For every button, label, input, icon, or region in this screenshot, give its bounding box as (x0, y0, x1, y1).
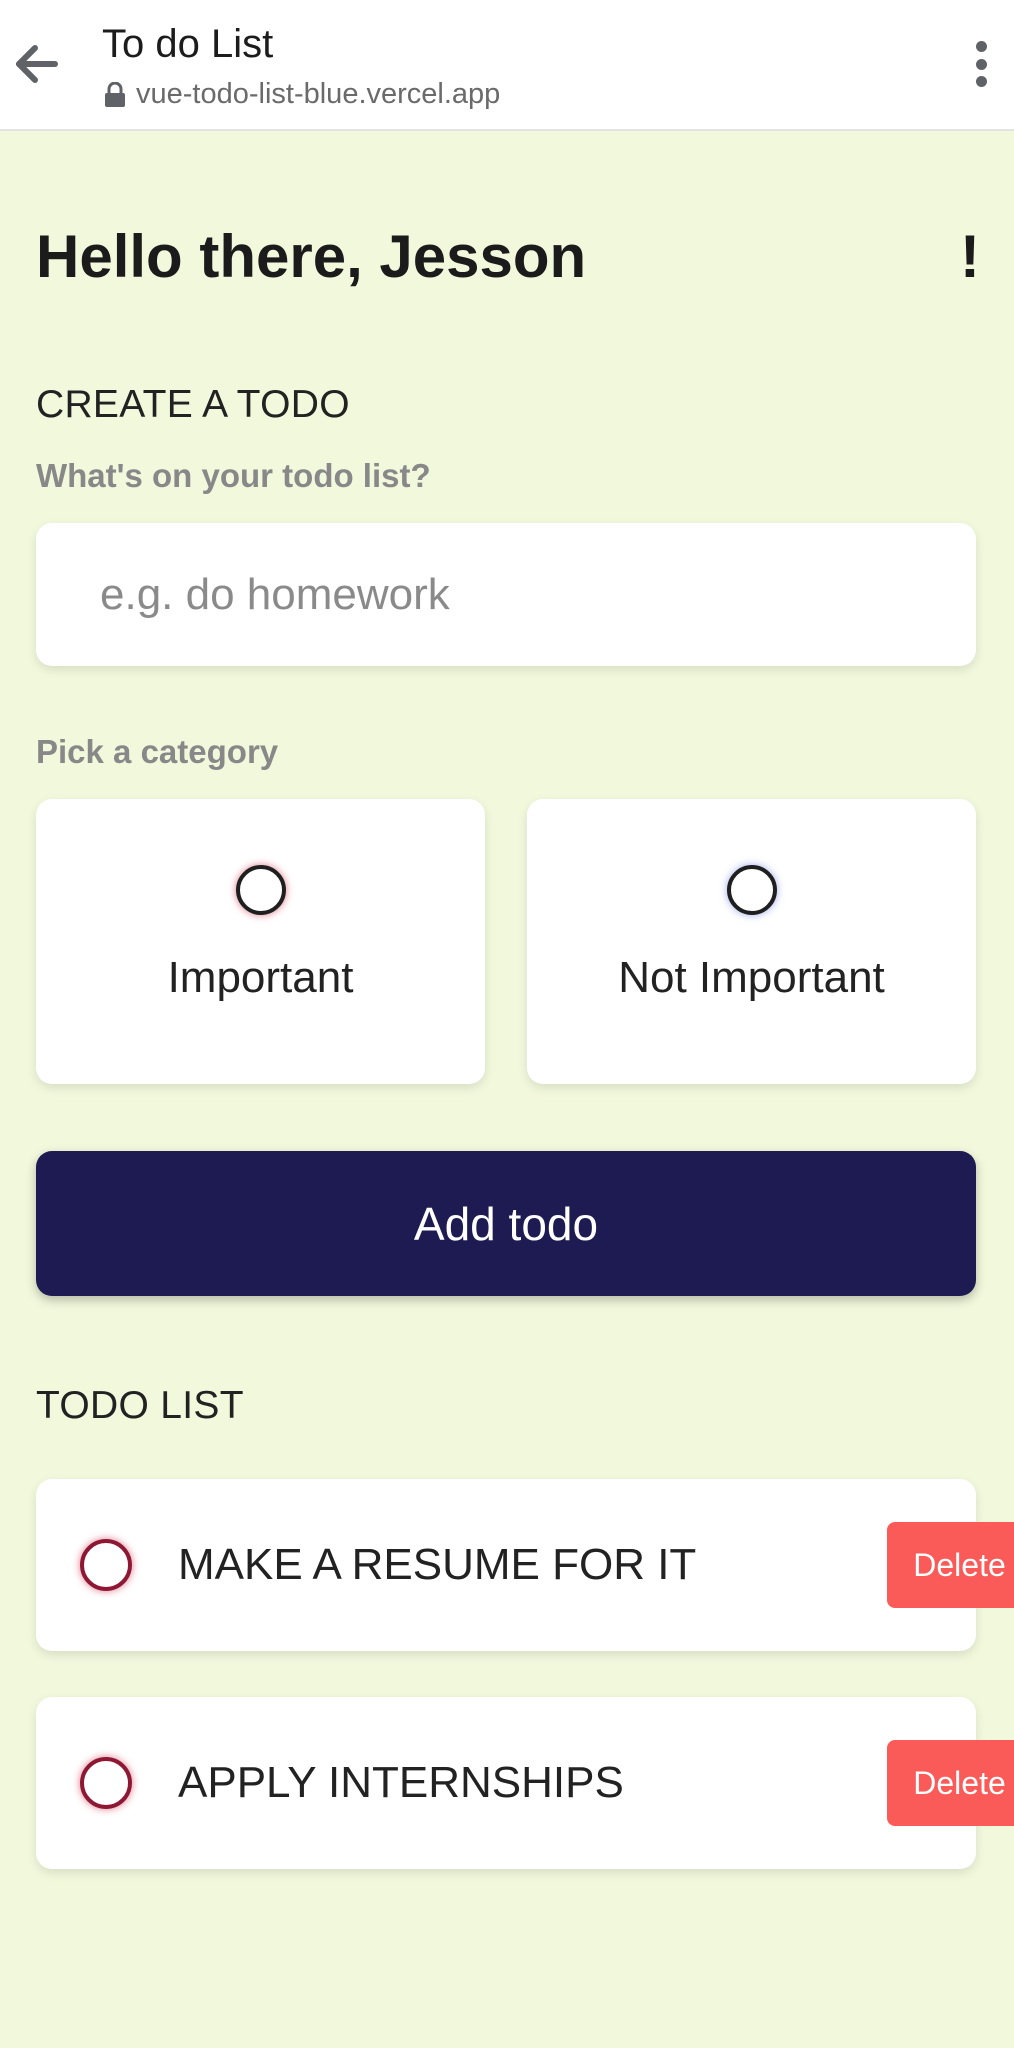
todo-item-text[interactable]: MAKE A RESUME FOR IT (178, 1540, 696, 1590)
category-not-important-option[interactable]: Not Important (527, 799, 976, 1084)
todo-done-checkbox[interactable] (80, 1757, 132, 1809)
not-important-radio-bubble[interactable] (726, 865, 777, 915)
browser-page-title: To do List (102, 22, 274, 66)
todo-item: APPLY INTERNSHIPS Delete (36, 1697, 1014, 1869)
greeting-text: Hello there, Jesson (36, 223, 587, 290)
back-arrow-icon[interactable] (10, 38, 62, 90)
category-important-label: Important (167, 953, 354, 1002)
more-options-icon[interactable] (966, 38, 996, 90)
address-bar[interactable]: vue-todo-list-blue.vercel.app (104, 78, 500, 111)
todo-question-label: What's on your todo list? (36, 457, 431, 494)
category-important-option[interactable]: Important (36, 799, 485, 1084)
add-todo-button[interactable]: Add todo (36, 1151, 976, 1296)
category-not-important-label: Not Important (618, 953, 885, 1002)
todo-item-text[interactable]: APPLY INTERNSHIPS (178, 1758, 624, 1808)
todo-text-input[interactable] (36, 523, 976, 666)
delete-todo-button[interactable]: Delete (887, 1740, 1014, 1826)
delete-todo-button[interactable]: Delete (887, 1522, 1014, 1608)
important-radio-bubble[interactable] (235, 865, 286, 915)
todo-done-checkbox[interactable] (80, 1539, 132, 1591)
create-todo-title: CREATE A TODO (36, 383, 350, 426)
greeting-heading: Hello there, Jesson ! (36, 222, 980, 291)
browser-toolbar: To do List vue-todo-list-blue.vercel.app (0, 0, 1014, 131)
url-text: vue-todo-list-blue.vercel.app (136, 78, 501, 110)
todo-list-title: TODO LIST (36, 1384, 244, 1427)
todo-item: MAKE A RESUME FOR IT Delete (36, 1479, 1014, 1651)
category-label: Pick a category (36, 733, 279, 770)
greeting-exclamation: ! (960, 223, 980, 290)
lock-icon (104, 81, 126, 108)
